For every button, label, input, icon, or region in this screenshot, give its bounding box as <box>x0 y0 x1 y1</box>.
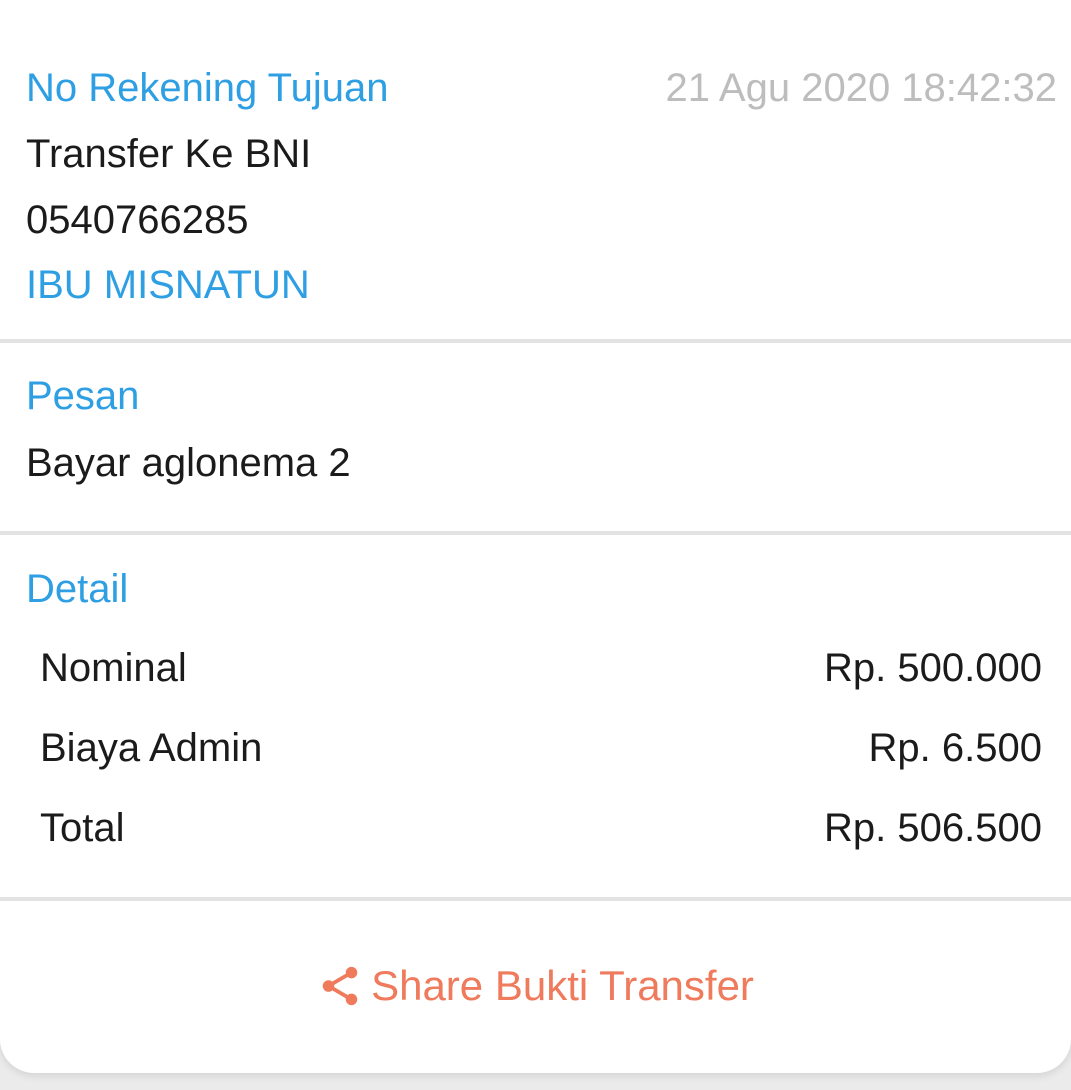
detail-section-title: Detail <box>26 567 129 611</box>
share-button-label: Share Bukti Transfer <box>371 962 754 1009</box>
divider <box>0 339 1071 343</box>
account-holder-name: IBU MISNATUN <box>26 263 310 307</box>
message-section-title: Pesan <box>26 374 140 418</box>
total-label: Total <box>40 806 125 850</box>
transfer-receipt-card: No Rekening Tujuan 21 Agu 2020 18:42:32 … <box>0 0 1071 1073</box>
total-value: Rp. 506.500 <box>824 806 1042 850</box>
share-button-content: Share Bukti Transfer <box>317 961 754 1011</box>
nominal-value: Rp. 500.000 <box>824 646 1042 690</box>
share-icon <box>317 963 363 1009</box>
recipient-section-title: No Rekening Tujuan <box>26 66 389 110</box>
admin-fee-label: Biaya Admin <box>40 726 263 770</box>
nominal-label: Nominal <box>40 646 187 690</box>
transaction-timestamp: 21 Agu 2020 18:42:32 <box>665 66 1057 110</box>
share-transfer-proof-button[interactable]: Share Bukti Transfer <box>0 900 1071 1072</box>
divider <box>0 531 1071 535</box>
admin-fee-value: Rp. 6.500 <box>868 726 1042 770</box>
bank-transfer-line: Transfer Ke BNI <box>26 132 312 176</box>
message-text: Bayar aglonema 2 <box>26 441 351 485</box>
account-number: 0540766285 <box>26 198 249 242</box>
